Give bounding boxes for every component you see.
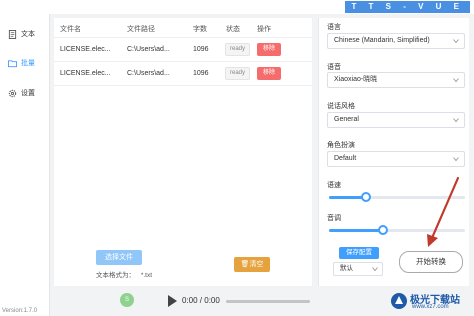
pitch-label: 音调	[327, 215, 341, 222]
language-select[interactable]: Chinese (Mandarin, Simplified)	[327, 33, 465, 49]
pitch-slider-thumb[interactable]	[378, 225, 389, 235]
sidebar: 文本 批量 设置 Version:1.7.0	[0, 14, 50, 316]
clear-button[interactable]: 🗑清空	[234, 257, 270, 272]
language-label: 语言	[327, 24, 341, 31]
file-name: LICENSE.elec...	[60, 46, 111, 53]
style-select[interactable]: General	[327, 112, 465, 128]
watermark-url: www.xz7.com	[412, 304, 449, 310]
file-path: C:\Users\ad...	[127, 46, 170, 53]
audio-player: S 0:00 / 0:00	[54, 289, 312, 313]
site-logo-icon	[391, 293, 407, 309]
word-count: 1096	[193, 46, 209, 53]
preset-select[interactable]: 默认	[333, 262, 383, 276]
player-progress-bar[interactable]	[226, 300, 310, 303]
gear-icon	[8, 89, 17, 97]
watermark: 极光下载站 www.xz7.com	[388, 289, 474, 315]
table-row: LICENSE.elec... C:\Users\ad... 1096 read…	[54, 38, 312, 62]
play-icon[interactable]	[167, 295, 177, 307]
chevron-down-icon	[453, 78, 459, 83]
file-table-panel: 文件名 文件路径 字数 状态 操作 LICENSE.elec... C:\Use…	[54, 18, 312, 286]
sidebar-item-label: 文本	[21, 31, 35, 38]
file-name: LICENSE.elec...	[60, 70, 111, 77]
document-icon	[8, 29, 17, 39]
status-dot: S	[120, 293, 134, 307]
voice-value: Xiaoxiao-晓晓	[334, 76, 378, 83]
sidebar-item-label: 批量	[21, 60, 35, 67]
table-header: 文件名 文件路径 字数 状态 操作	[54, 18, 312, 38]
start-convert-button[interactable]: 开始转换	[399, 251, 463, 273]
save-config-button[interactable]: 保存配置	[339, 247, 379, 259]
role-value: Default	[334, 155, 357, 162]
format-hint: 文本格式为： *.txt	[96, 269, 152, 279]
preset-value: 默认	[340, 265, 353, 272]
column-header-action: 操作	[257, 26, 271, 33]
remove-button[interactable]: 移除	[257, 67, 281, 80]
chevron-down-icon	[453, 39, 459, 44]
format-value: *.txt	[140, 272, 153, 279]
column-header-status: 状态	[226, 26, 240, 33]
sidebar-item-label: 设置	[21, 90, 35, 97]
style-label: 说话风格	[327, 103, 355, 110]
sidebar-item-text[interactable]: 文本	[8, 27, 35, 41]
version-text: Version:1.7.0	[2, 308, 38, 314]
chevron-down-icon	[453, 157, 459, 162]
choose-file-button[interactable]: 选择文件	[96, 250, 142, 265]
pitch-slider-fill	[329, 229, 384, 232]
title-bar: T T S - V U E	[0, 0, 474, 14]
word-count: 1096	[193, 70, 209, 77]
sidebar-item-settings[interactable]: 设置	[8, 86, 35, 100]
language-value: Chinese (Mandarin, Simplified)	[334, 37, 430, 44]
chevron-down-icon	[453, 118, 459, 123]
clear-label: 清空	[249, 261, 264, 268]
voice-label: 语音	[327, 64, 341, 71]
rate-label: 语速	[327, 182, 341, 189]
status-badge: ready	[225, 67, 251, 80]
role-label: 角色扮演	[327, 142, 355, 149]
folder-icon	[8, 59, 17, 67]
role-select[interactable]: Default	[327, 151, 465, 167]
style-value: General	[334, 116, 359, 123]
pitch-slider[interactable]	[329, 225, 465, 235]
column-header-path: 文件路径	[127, 26, 155, 33]
column-header-count: 字数	[193, 26, 207, 33]
player-time: 0:00 / 0:00	[182, 296, 220, 305]
status-badge: ready	[225, 43, 251, 56]
sidebar-item-batch[interactable]: 批量	[8, 56, 35, 70]
settings-panel: 语言 Chinese (Mandarin, Simplified) 语音 Xia…	[318, 18, 469, 286]
rate-slider[interactable]	[329, 192, 465, 202]
remove-button[interactable]: 移除	[257, 43, 281, 56]
app-title: T T S - V U E	[345, 1, 470, 13]
column-header-filename: 文件名	[60, 26, 81, 33]
voice-select[interactable]: Xiaoxiao-晓晓	[327, 72, 465, 88]
rate-slider-thumb[interactable]	[360, 192, 371, 202]
chevron-down-icon	[372, 267, 378, 272]
table-row: LICENSE.elec... C:\Users\ad... 1096 read…	[54, 62, 312, 86]
format-label: 文本格式为：	[96, 272, 135, 279]
file-path: C:\Users\ad...	[127, 70, 170, 77]
